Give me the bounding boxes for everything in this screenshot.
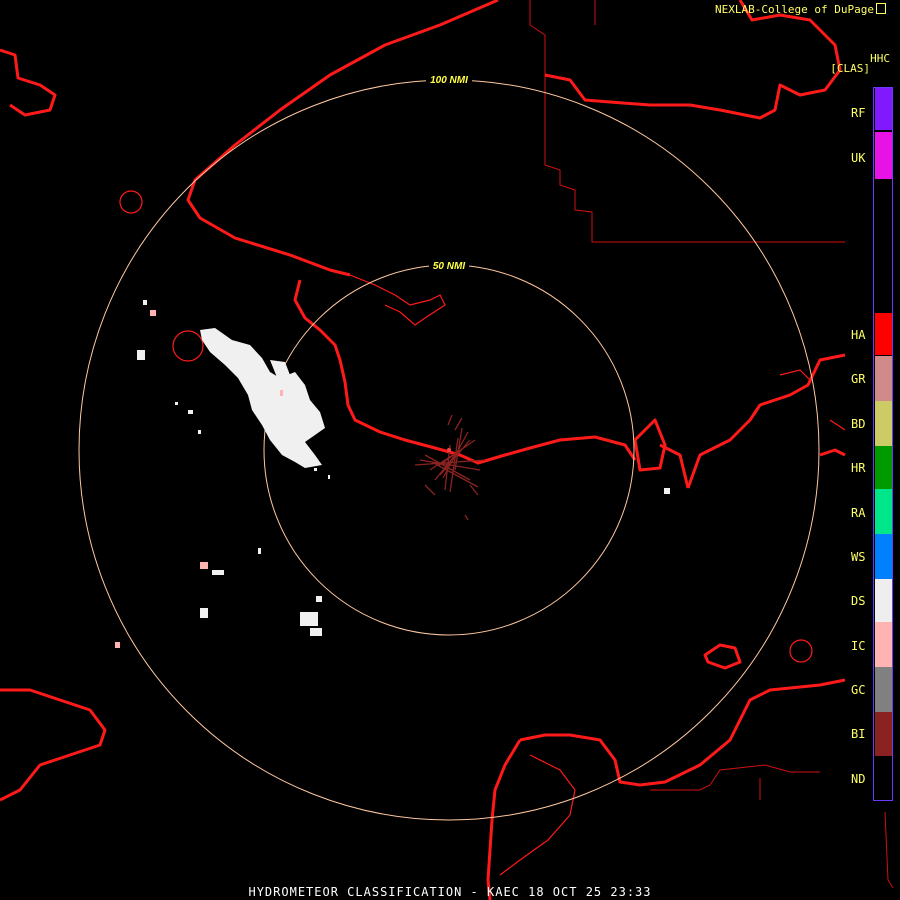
legend-swatch-ic bbox=[875, 622, 892, 667]
product-title-footer: HYDROMETEOR CLASSIFICATION - KAEC 18 OCT… bbox=[248, 885, 652, 899]
legend-label-ds: DS bbox=[851, 594, 866, 608]
legend-swatch-uk bbox=[875, 132, 892, 179]
legend-swatch-gc bbox=[875, 667, 892, 712]
legend-label-bd: BD bbox=[851, 417, 866, 431]
legend-swatch-ha bbox=[875, 313, 892, 355]
legend-swatch-nd bbox=[875, 756, 892, 799]
legend-label-ic: IC bbox=[851, 639, 866, 653]
legend-swatch-hr bbox=[875, 446, 892, 489]
legend-label-bi: BI bbox=[851, 727, 866, 741]
credit-label[interactable]: NEXLAB-College of DuPage bbox=[715, 3, 886, 16]
ring-labels: 100 NMI 50 NMI bbox=[426, 73, 472, 272]
product-code: HHC bbox=[870, 52, 890, 65]
legend-label-nd: ND bbox=[851, 772, 866, 786]
legend-swatch-ra bbox=[875, 489, 892, 534]
radar-echoes-bi bbox=[414, 414, 486, 521]
legend-swatch-rf bbox=[875, 88, 892, 130]
legend-swatch-gr bbox=[875, 356, 892, 401]
legend-swatch-bd bbox=[875, 401, 892, 446]
legend-label-ws: WS bbox=[851, 550, 866, 564]
radar-echoes-ds bbox=[137, 300, 670, 636]
ring-label-100nmi: 100 NMI bbox=[430, 75, 468, 86]
legend-label-gc: GC bbox=[851, 683, 866, 697]
radar-site bbox=[447, 448, 451, 452]
legend-label-ra: RA bbox=[851, 506, 866, 520]
legend-label-hr: HR bbox=[851, 461, 866, 475]
legend-label-ha: HA bbox=[851, 328, 866, 342]
legend-swatch-ws bbox=[875, 534, 892, 579]
classification-legend bbox=[873, 87, 893, 801]
coastline-detail bbox=[119, 190, 846, 876]
legend-label-rf: RF bbox=[851, 106, 866, 120]
radar-map: 100 NMI 50 NMI bbox=[0, 0, 894, 900]
legend-swatch-ds bbox=[875, 579, 892, 622]
ring-label-50nmi: 50 NMI bbox=[433, 261, 465, 272]
coastlines bbox=[0, 0, 846, 900]
classification-mode: [CLAS] bbox=[830, 62, 870, 75]
credit-text: NEXLAB-College of DuPage bbox=[715, 3, 874, 16]
legend-label-gr: GR bbox=[851, 372, 866, 386]
external-link-icon bbox=[876, 3, 886, 14]
legend-swatch-bi bbox=[875, 712, 892, 756]
legend-label-uk: UK bbox=[851, 151, 866, 165]
